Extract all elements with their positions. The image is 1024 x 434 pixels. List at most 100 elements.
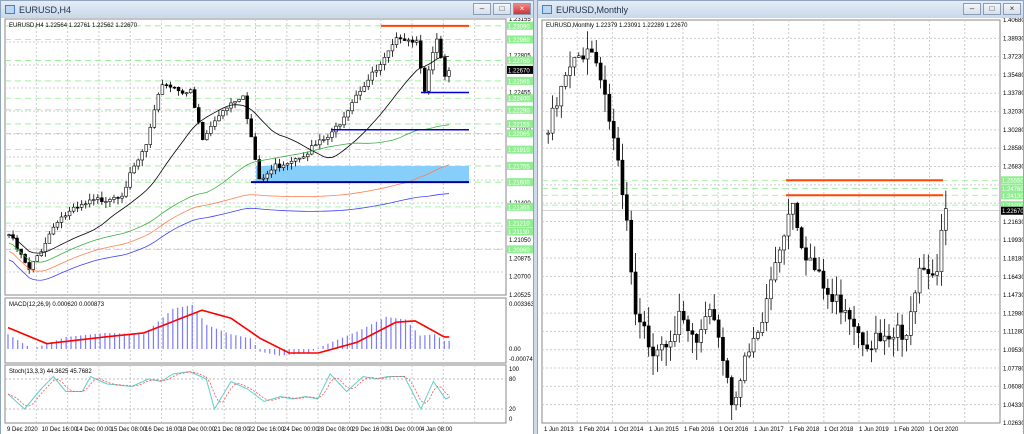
candle [686,319,690,332]
candle [410,39,415,43]
candle [168,84,173,88]
candle [791,203,795,215]
candle [817,269,821,272]
level-price-label: 1.22400 [508,97,530,103]
candle [922,267,926,270]
candle [322,139,326,141]
time-axis-label: 1 Jun 2017 [754,427,784,433]
maximize-button[interactable]: □ [983,3,1001,15]
candle [423,67,427,92]
candle [435,38,439,53]
candle [734,396,738,406]
chart-window-icon [542,5,552,14]
candle [576,55,581,58]
candle [124,186,128,197]
macd-label: MACD(12,26,9) 0.000620 0.000873 [9,302,105,308]
candle [546,132,551,135]
candle [594,51,599,64]
candle [439,38,443,58]
price-axis-label: 1.18180 [1003,256,1023,262]
candle [930,273,935,276]
candle [555,105,559,109]
candle [346,110,350,118]
candle [394,37,399,46]
candle [342,116,346,126]
time-axis-label: 1 Oct 2020 [929,427,959,433]
candle [148,126,153,145]
candle [378,64,383,71]
macd-axis-label: -0.000749 [509,357,533,363]
candle [96,197,100,200]
minimize-button[interactable]: – [473,3,491,15]
candle [297,157,302,160]
price-axis-label: 1.20525 [509,293,531,299]
candle [559,86,564,107]
candle [225,107,229,111]
candle [625,194,629,221]
candle [603,79,607,95]
price-axis-label: 1.06080 [1003,384,1023,390]
candle [708,309,712,317]
candle [834,294,839,302]
candle [318,139,322,146]
level-price-label: 1.22760 [508,59,530,65]
candle [221,110,225,117]
candle [71,206,76,212]
time-axis-label: 18 Dec 00:00 [180,427,216,433]
candle [402,38,407,41]
candle [265,173,270,179]
candle [690,330,695,335]
candle [572,57,577,68]
price-axis-label: 1.20700 [509,275,531,281]
monthly-chart-window[interactable]: EURUSD,Monthly – □ × EURUSD,Monthly 1.2237… [537,0,1024,434]
level-price-label: 1.21910 [508,148,530,154]
minimize-button[interactable]: – [963,3,981,15]
candle [386,50,391,58]
maximize-button[interactable]: □ [493,3,511,15]
level-price-label: 1.25550 [1002,179,1023,185]
candle [370,71,375,81]
candle [874,332,878,350]
candle [305,153,310,158]
candle [917,267,922,294]
time-axis-label: 9 Dec 2020 [7,427,38,433]
candle [79,204,84,208]
close-button[interactable]: × [513,3,531,15]
price-axis-label: 1.11280 [1003,329,1023,335]
price-axis-label: 1.40680 [1003,18,1023,24]
candle [786,213,791,237]
candle [642,321,647,327]
time-axis-label: 1 Jun 2015 [649,427,679,433]
h4-chart-window[interactable]: EURUSD,H4 – □ × EURUSD,H4 1.22564 1.22761 … [0,0,534,434]
candle [773,262,778,281]
candle [812,257,817,271]
candle [132,165,136,174]
candle [856,326,861,333]
candle [390,44,395,52]
candle [172,86,177,89]
candle [253,136,257,160]
candle [273,163,278,171]
price-axis-label: 1.09530 [1003,348,1023,354]
monthly-chart[interactable]: EURUSD,Monthly 1.22379 1.23091 1.22289 1… [538,18,1023,434]
level-price-label: 1.21755 [508,164,530,170]
candle [140,151,144,161]
candle [804,247,808,261]
candle [939,229,944,273]
time-axis-label: 31 Dec 00:00 [387,427,423,433]
candle [869,348,874,351]
candle [350,102,354,112]
candle [75,206,80,209]
candle [205,133,209,140]
close-button[interactable]: × [1003,3,1021,15]
candle [659,343,664,351]
candle [293,158,298,162]
candle [764,298,769,323]
stoch-axis-label: 80 [509,377,516,383]
candle [443,57,447,77]
candle [887,335,891,340]
h4-chart[interactable]: EURUSD,H4 1.22564 1.22761 1.22562 1.2267… [1,18,533,434]
candle [673,334,677,342]
candle [895,324,900,338]
macd-axis-label: 0.00 [509,347,521,353]
